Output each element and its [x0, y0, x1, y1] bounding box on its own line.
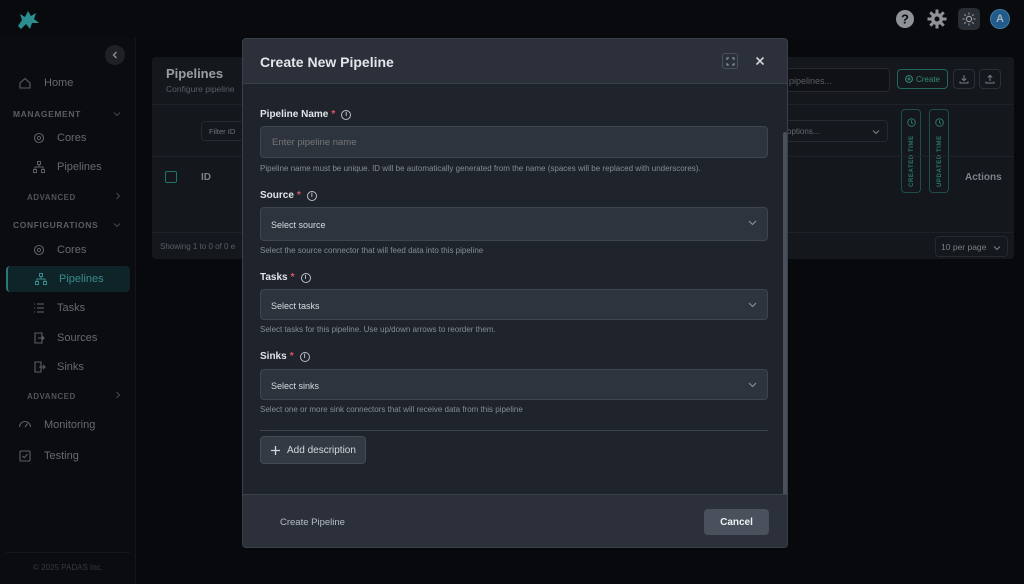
source-label-text: Source — [260, 190, 294, 201]
section-divider — [260, 430, 768, 431]
tasks-help: Select tasks for this pipeline. Use up/d… — [260, 325, 496, 334]
pipeline-name-label-text: Pipeline Name — [260, 109, 329, 120]
add-description-label: Add description — [287, 444, 356, 456]
chevron-down-icon — [748, 302, 757, 308]
sinks-select[interactable]: Select sinks — [260, 369, 768, 400]
expand-icon — [726, 57, 734, 65]
source-select[interactable]: Select source — [260, 207, 768, 241]
info-icon[interactable]: i — [299, 351, 310, 362]
expand-modal-button[interactable] — [722, 53, 738, 69]
modal-title: Create New Pipeline — [260, 54, 394, 70]
sinks-help: Select one or more sink connectors that … — [260, 405, 523, 414]
tasks-select-value: Select tasks — [271, 301, 320, 311]
info-icon[interactable]: i — [300, 272, 311, 283]
sinks-label: Sinks * i — [260, 351, 310, 362]
source-help: Select the source connector that will fe… — [260, 246, 484, 255]
pipeline-name-input[interactable] — [260, 126, 768, 158]
tasks-label: Tasks * i — [260, 272, 311, 283]
sinks-select-value: Select sinks — [271, 381, 320, 391]
info-icon[interactable]: i — [306, 190, 317, 201]
modal-header: Create New Pipeline — [243, 39, 787, 84]
plus-icon — [271, 445, 280, 455]
tasks-select[interactable]: Select tasks — [260, 289, 768, 320]
source-select-value: Select source — [271, 220, 326, 230]
source-label: Source * i — [260, 190, 317, 201]
required-indicator: * — [290, 272, 295, 283]
close-modal-button[interactable] — [751, 52, 769, 70]
tasks-label-text: Tasks — [260, 272, 288, 283]
modal-footer: Create Pipeline Cancel — [243, 494, 787, 547]
pipeline-name-help: Pipeline name must be unique. ID will be… — [260, 164, 701, 173]
info-icon[interactable]: i — [341, 109, 352, 120]
close-icon — [755, 56, 765, 66]
chevron-down-icon — [748, 382, 757, 388]
sinks-label-text: Sinks — [260, 351, 287, 362]
modal-scrollbar[interactable] — [783, 132, 787, 508]
required-indicator: * — [331, 109, 336, 120]
required-indicator: * — [289, 351, 294, 362]
create-pipeline-modal: Create New Pipeline Pipeline Name * i Pi… — [242, 38, 788, 548]
add-description-button[interactable]: Add description — [260, 436, 366, 464]
chevron-down-icon — [748, 220, 757, 226]
modal-body: Pipeline Name * i Pipeline name must be … — [243, 84, 787, 508]
required-indicator: * — [296, 190, 301, 201]
cancel-button[interactable]: Cancel — [704, 509, 769, 535]
pipeline-name-label: Pipeline Name * i — [260, 109, 352, 120]
create-pipeline-button[interactable]: Create Pipeline — [280, 517, 345, 528]
